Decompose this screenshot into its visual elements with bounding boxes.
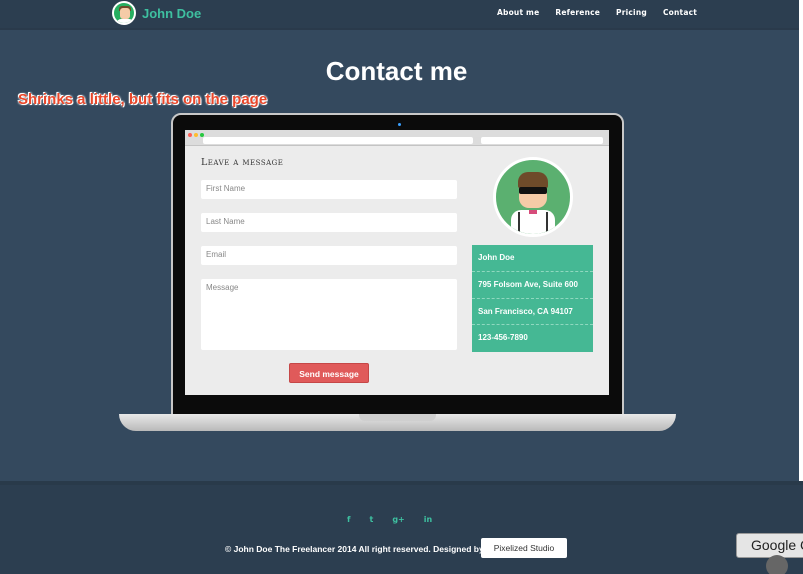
brand-name: John Doe — [142, 5, 202, 21]
chat-bubble-icon[interactable] — [766, 555, 788, 574]
twitter-icon[interactable]: t — [369, 515, 373, 524]
google-plus-icon[interactable]: g+ — [392, 515, 404, 524]
camera-icon — [398, 123, 401, 126]
page-footer: f t g+ in © John Doe The Freelancer 2014… — [0, 481, 803, 574]
avatar-shirt — [117, 19, 133, 23]
nav-link-about[interactable]: About me — [497, 8, 539, 17]
send-message-button[interactable]: Send message — [289, 363, 369, 383]
copyright-text: © John Doe The Freelancer 2014 All right… — [225, 544, 484, 554]
avatar-sunglasses — [519, 187, 547, 194]
facebook-icon[interactable]: f — [347, 515, 350, 524]
nav-link-pricing[interactable]: Pricing — [616, 8, 647, 17]
contact-info-card: John Doe 795 Folsom Ave, Suite 600 San F… — [472, 245, 593, 352]
google-tooltip[interactable]: Google C — [736, 533, 803, 558]
laptop-notch — [359, 414, 436, 421]
brand-avatar-icon — [112, 1, 136, 25]
linkedin-icon[interactable]: in — [424, 515, 432, 524]
main-nav: About me Reference Pricing Contact — [497, 8, 697, 17]
first-name-field[interactable]: First Name — [201, 180, 457, 199]
browser-toolbar — [185, 130, 609, 146]
info-phone: 123-456-7890 — [478, 333, 528, 343]
avatar-hair — [518, 172, 548, 188]
browser-window: Leave a message First Name Last Name Ema… — [185, 130, 609, 395]
info-name: John Doe — [472, 245, 593, 272]
last-name-field[interactable]: Last Name — [201, 213, 457, 232]
pixelized-studio-link[interactable]: Pixelized Studio — [481, 538, 567, 558]
nav-link-contact[interactable]: Contact — [663, 8, 697, 17]
info-address: 795 Folsom Ave, Suite 600 — [472, 272, 593, 299]
avatar-bowtie — [529, 210, 537, 214]
avatar-suspender-right — [546, 212, 548, 234]
annotation-text: Shrinks a little, but fits on the page — [18, 91, 268, 108]
form-heading: Leave a message — [201, 157, 284, 168]
profile-avatar — [493, 157, 573, 237]
message-field[interactable]: Message — [201, 279, 457, 350]
address-bar[interactable] — [203, 137, 473, 144]
nav-link-reference[interactable]: Reference — [555, 8, 600, 17]
close-dot-icon[interactable] — [188, 133, 192, 137]
minimize-dot-icon[interactable] — [194, 133, 198, 137]
avatar-suspender-left — [518, 212, 520, 234]
info-city: San Francisco, CA 94107 — [472, 299, 593, 326]
page-title: Contact me — [325, 56, 468, 86]
browser-search-bar[interactable] — [481, 137, 603, 144]
email-field[interactable]: Email — [201, 246, 457, 265]
avatar-face — [120, 8, 130, 19]
social-links: f t g+ in — [347, 515, 432, 524]
brand-logo[interactable]: John Doe — [112, 1, 201, 25]
top-navbar: John Doe About me Reference Pricing Cont… — [0, 0, 803, 30]
